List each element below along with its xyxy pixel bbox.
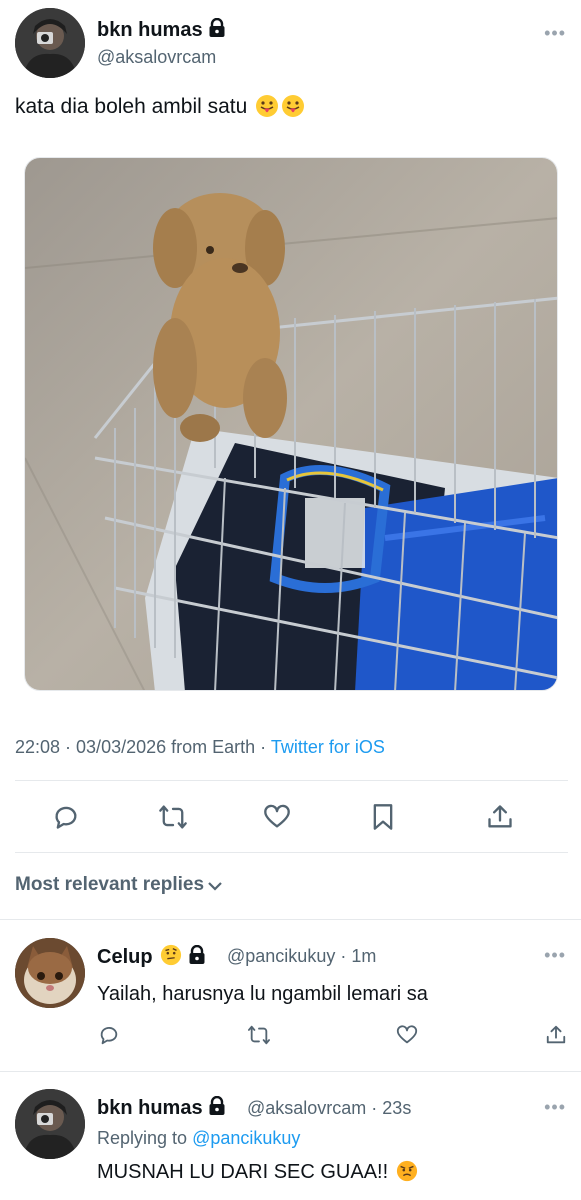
reply-sort-dropdown[interactable]: Most relevant replies [15, 874, 222, 896]
replying-to: Replying to @pancikukuy [97, 1128, 300, 1149]
divider [15, 852, 568, 853]
like-button[interactable] [389, 1017, 425, 1053]
reply-author-name[interactable]: bkn humas [97, 1097, 203, 1119]
tweet-timestamp[interactable]: 22:08 · 03/03/2026 from Earth · [15, 737, 271, 757]
tweet-meta: 22:08 · 03/03/2026 from Earth · Twitter … [15, 737, 385, 758]
bookmark-button[interactable] [363, 795, 403, 839]
like-button[interactable] [257, 795, 297, 839]
share-icon [546, 1025, 566, 1044]
tweet-photo[interactable] [24, 157, 558, 691]
reply-icon [100, 1026, 118, 1045]
reply-text: MUSNAH LU DARI SEC GUAA!! [97, 1161, 389, 1183]
retweet-button[interactable] [241, 1017, 277, 1053]
lock-icon [209, 18, 225, 37]
reply-avatar[interactable] [15, 1089, 85, 1159]
reply-sort-label: Most relevant replies [15, 874, 205, 895]
author-name-row[interactable]: bkn humas [97, 18, 226, 42]
replying-to-prefix: Replying to [97, 1128, 193, 1148]
author-name[interactable]: bkn humas [97, 19, 203, 41]
reply-author-row[interactable]: Celup [97, 944, 206, 969]
replying-to-mention[interactable]: @pancikukuy [192, 1128, 300, 1148]
reply-author-name[interactable]: Celup [97, 946, 153, 968]
reply-text-row: MUSNAH LU DARI SEC GUAA!! [97, 1160, 418, 1184]
tweet-text: kata dia boleh ambil satu [15, 95, 248, 118]
retweet-icon [248, 1025, 271, 1045]
reply-author-handle[interactable]: @aksalovrcam · 23s [247, 1098, 411, 1119]
reply-author-row[interactable]: bkn humas [97, 1096, 226, 1120]
reply-button[interactable] [46, 795, 86, 839]
like-icon [264, 804, 290, 828]
reply-avatar[interactable] [15, 938, 85, 1008]
raised-eyebrow-emoji-icon [161, 944, 182, 966]
tweet-client[interactable]: Twitter for iOS [271, 737, 385, 757]
bookmark-icon [373, 804, 393, 830]
like-icon [396, 1025, 418, 1044]
tongue-emoji-icon [282, 95, 305, 117]
retweet-button[interactable] [153, 795, 193, 839]
share-button[interactable] [480, 795, 520, 839]
share-icon [488, 805, 512, 828]
angry-emoji-icon [396, 1160, 417, 1182]
author-avatar[interactable] [15, 8, 85, 78]
share-button[interactable] [538, 1017, 574, 1053]
more-icon[interactable]: ••• [544, 946, 566, 964]
tweet-text-row: kata dia boleh ambil satu [15, 94, 305, 120]
tweet-actions [0, 795, 581, 841]
chevron-down-icon [208, 882, 222, 891]
more-icon[interactable]: ••• [544, 1098, 566, 1116]
author-handle[interactable]: @aksalovrcam [97, 47, 216, 68]
divider [15, 780, 568, 781]
more-icon[interactable]: ••• [544, 24, 566, 42]
reply-text: Yailah, harusnya lu ngambil lemari sa [97, 983, 428, 1005]
tongue-emoji-icon [256, 95, 279, 117]
reply-author-handle[interactable]: @pancikukuy · 1m [227, 946, 376, 967]
reply-icon [55, 806, 77, 829]
lock-icon [209, 1096, 225, 1115]
divider [0, 1071, 581, 1072]
divider [0, 919, 581, 920]
lock-icon [189, 945, 205, 964]
retweet-icon [159, 805, 187, 829]
reply-button[interactable] [91, 1017, 127, 1053]
